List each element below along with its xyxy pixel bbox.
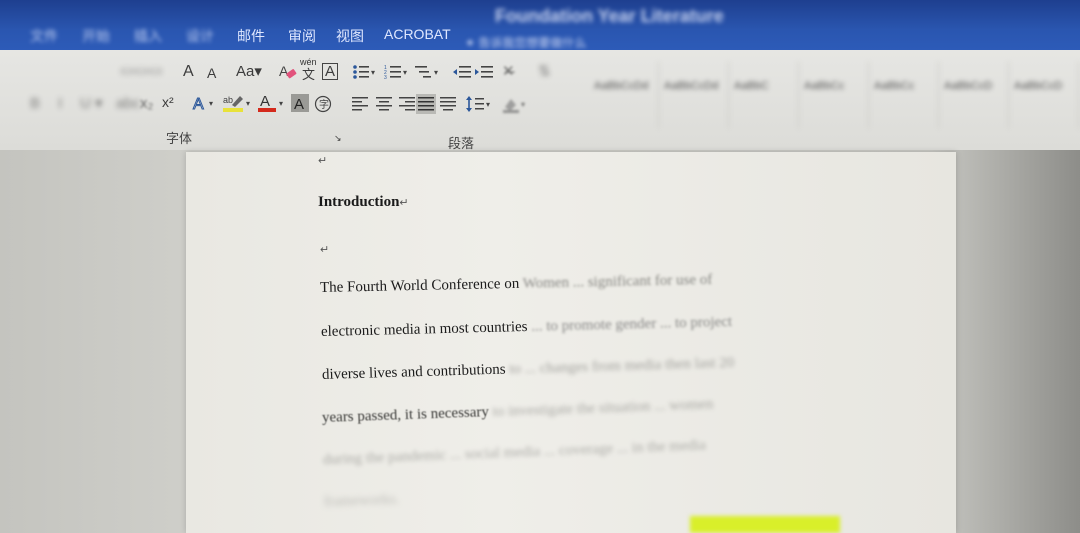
svg-text:▾: ▾ <box>434 68 438 77</box>
bullets-icon[interactable]: ▾ <box>352 64 378 80</box>
heading-text: Introduction <box>318 194 400 210</box>
style-item[interactable]: AaBbCc <box>798 62 869 128</box>
character-shading-icon[interactable]: A <box>291 94 309 112</box>
svg-text:A: A <box>279 63 289 79</box>
svg-text:▾: ▾ <box>371 68 375 77</box>
align-left-icon[interactable] <box>352 96 370 112</box>
subscript-button[interactable]: x₂ <box>140 96 153 111</box>
tab-design[interactable]: 设计 <box>186 26 214 46</box>
font-group-label: 字体 <box>166 131 193 146</box>
underline-button[interactable]: U ▾ <box>80 96 103 111</box>
style-item[interactable]: AaBbC <box>728 62 799 128</box>
svg-text:A: A <box>260 93 270 110</box>
change-case-label: Aa <box>236 63 255 80</box>
svg-text:A: A <box>294 96 304 112</box>
tab-home[interactable]: 开始 <box>82 26 110 46</box>
enclose-characters-icon[interactable]: 字 <box>314 95 332 113</box>
style-label: AaBbCcDd <box>594 80 649 92</box>
styles-gallery[interactable]: AaBbCcDd AaBbCcDd AaBbC AaBbCc AaBbCc Aa… <box>588 62 1079 132</box>
document-page[interactable] <box>186 152 956 533</box>
svg-text:▾: ▾ <box>486 100 490 109</box>
change-case-button[interactable]: Aa▾ <box>236 64 262 79</box>
style-label: AaBbCcD <box>1014 80 1063 92</box>
lightbulb-icon: ✦ <box>465 36 476 50</box>
style-item[interactable]: AaBbCcD <box>938 62 1009 128</box>
grow-font-button[interactable]: A <box>183 64 194 80</box>
shrink-font-button[interactable]: A <box>207 66 216 80</box>
paragraph-mark: ↵ <box>318 155 328 167</box>
style-label: AaBbCcD <box>944 80 993 92</box>
style-label: AaBbCc <box>804 80 845 92</box>
paragraph-mark: ↵ <box>399 197 409 209</box>
svg-text:▾: ▾ <box>209 99 213 108</box>
svg-text:▾: ▾ <box>246 99 250 108</box>
chinese-layout-icon[interactable]: ✕̶ <box>502 64 515 79</box>
decrease-indent-icon[interactable] <box>452 64 472 80</box>
paragraph-mark: ↵ <box>320 244 330 256</box>
shading-icon[interactable]: ▾ <box>502 95 528 113</box>
justify-icon[interactable] <box>416 94 436 114</box>
clear-formatting-icon[interactable]: A <box>278 62 298 80</box>
document-title: Foundation Year Literature <box>495 6 724 26</box>
numbering-icon[interactable]: 1 2 3 ▾ <box>384 64 410 80</box>
svg-text:▾: ▾ <box>403 68 407 77</box>
tab-view[interactable]: 视图 <box>336 26 364 46</box>
tab-review[interactable]: 审阅 <box>288 26 316 46</box>
style-label: AaBbCcDd <box>664 80 719 92</box>
svg-text:▾: ▾ <box>279 99 283 108</box>
character-border-button[interactable]: A <box>322 63 339 80</box>
svg-text:ab: ab <box>223 95 233 105</box>
font-dialog-launcher-icon[interactable]: ↘ <box>334 134 342 143</box>
svg-text:字: 字 <box>319 98 329 111</box>
style-item[interactable]: AaBbCcDd <box>588 62 659 128</box>
svg-text:▾: ▾ <box>521 100 525 109</box>
text-line[interactable]: frameworks. <box>324 491 400 511</box>
style-label: AaBbCc <box>874 80 915 92</box>
highlight-color-icon[interactable]: ab ▾ <box>222 93 254 113</box>
text-line-blurred: frameworks. <box>323 491 400 510</box>
text-line-visible: The Fourth World Conference on <box>319 275 523 296</box>
strikethrough-button[interactable]: abc <box>116 96 140 111</box>
line-spacing-icon[interactable]: ▾ <box>466 95 492 113</box>
text-line-blurred: Women ... significant for use of <box>522 271 713 292</box>
tab-file[interactable]: 文件 <box>30 26 58 46</box>
sort-icon[interactable]: ⇅ <box>538 64 551 79</box>
svg-text:3: 3 <box>384 75 387 80</box>
increase-indent-icon[interactable] <box>474 64 494 80</box>
phonetic-guide-top[interactable]: wén <box>300 58 317 67</box>
distributed-icon[interactable] <box>440 96 458 112</box>
bold-button[interactable]: B <box>30 96 40 111</box>
align-center-icon[interactable] <box>375 96 393 112</box>
text-effects-icon[interactable]: A ▾ <box>192 94 218 113</box>
svg-text:A: A <box>193 96 204 112</box>
tab-mailings[interactable]: 邮件 <box>237 26 265 46</box>
style-item[interactable]: AaBbCcD <box>1008 62 1079 128</box>
style-item[interactable]: AaBbCcDd <box>658 62 729 128</box>
superscript-button[interactable]: x² <box>162 95 174 109</box>
tell-me-search[interactable]: ✦ 告诉我您想要做什么 <box>465 34 635 50</box>
highlighted-text-mark <box>690 516 840 533</box>
font-color-icon[interactable]: A ▾ <box>257 93 289 113</box>
tab-acrobat[interactable]: ACROBAT <box>384 26 451 42</box>
style-label: AaBbC <box>734 80 769 92</box>
align-right-icon[interactable] <box>397 96 415 112</box>
italic-button[interactable]: I <box>58 96 62 111</box>
font-name-box[interactable]: ▭▭▭ <box>120 63 163 78</box>
document-heading[interactable]: Introduction↵ <box>318 194 409 211</box>
style-item[interactable]: AaBbCc <box>868 62 939 128</box>
tab-insert[interactable]: 插入 <box>134 26 162 46</box>
title-bar: Foundation Year Literature 文件 开始 插入 设计 邮… <box>0 0 1080 50</box>
multilevel-list-icon[interactable]: ▾ <box>415 64 441 80</box>
phonetic-guide-icon[interactable]: 文 <box>302 68 315 81</box>
tell-me-label: 告诉我您想要做什么 <box>478 36 587 50</box>
